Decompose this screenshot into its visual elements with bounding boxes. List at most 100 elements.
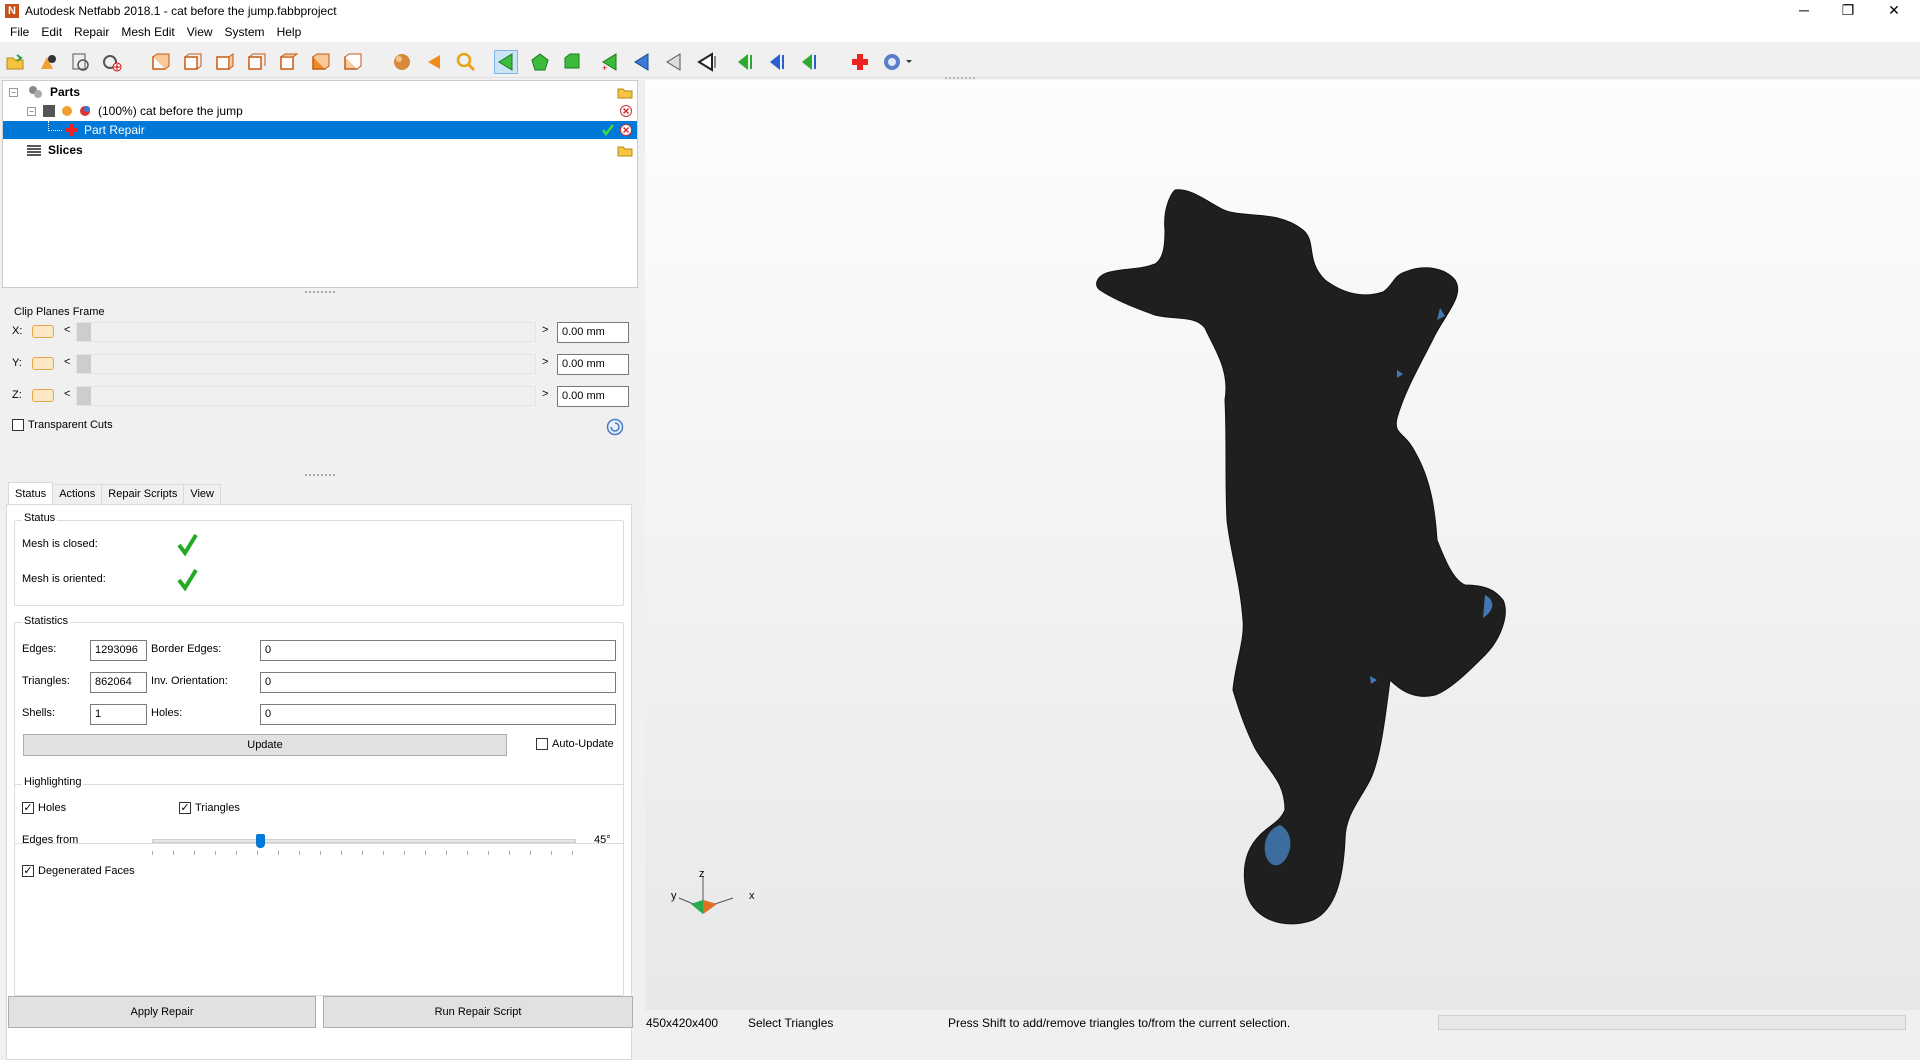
mesh-closed-check-icon [177, 533, 198, 557]
remove-icon[interactable] [619, 104, 633, 118]
select-triangles-icon[interactable] [494, 50, 518, 74]
highlighting-group [14, 784, 624, 996]
window-title: Autodesk Netfabb 2018.1 - cat before the… [25, 4, 337, 18]
add-settings-icon[interactable] [100, 50, 124, 74]
edges-label: Edges: [22, 643, 57, 655]
tree-row-part[interactable]: − (100%) cat before the jump [3, 102, 637, 120]
slider-thumb[interactable] [77, 387, 91, 405]
clip-x-color[interactable] [32, 325, 54, 338]
select-left-green-icon[interactable] [732, 50, 756, 74]
clip-planes-title: Clip Planes Frame [12, 306, 107, 318]
view-right-icon[interactable] [244, 50, 268, 74]
clip-z-color[interactable] [32, 389, 54, 402]
update-button[interactable]: Update [23, 734, 507, 756]
status-group [14, 520, 624, 606]
splitter-handle[interactable] [305, 474, 335, 478]
splitter-handle[interactable] [945, 77, 975, 79]
apply-check-icon[interactable] [601, 123, 615, 137]
print-preview-icon[interactable] [68, 50, 92, 74]
holes-label: Holes: [151, 707, 183, 719]
restore-button[interactable]: ❐ [1826, 0, 1870, 22]
reset-icon[interactable] [606, 418, 624, 436]
zoom-icon[interactable] [454, 50, 478, 74]
collapse-icon[interactable]: − [27, 106, 36, 116]
triangles-checkbox[interactable]: ✓ [179, 802, 191, 814]
triangle-dark-icon[interactable] [694, 50, 718, 74]
view-back-icon[interactable] [180, 50, 204, 74]
color-icon[interactable] [78, 104, 92, 118]
slider-track [152, 839, 576, 843]
cat-mesh-model[interactable] [645, 80, 1920, 1010]
remove-triangle-icon[interactable] [630, 50, 654, 74]
holes-checkbox[interactable]: ✓ [22, 802, 34, 814]
clip-x-decrease[interactable]: < [64, 324, 70, 336]
clip-y-slider[interactable] [76, 354, 536, 374]
clip-z-decrease[interactable]: < [64, 388, 70, 400]
visibility-icon[interactable] [60, 104, 74, 118]
tab-repair-scripts[interactable]: Repair Scripts [101, 484, 185, 504]
menu-help[interactable]: Help [271, 25, 308, 39]
apply-repair-button[interactable]: Apply Repair [8, 996, 316, 1028]
mesh-icon [43, 105, 55, 117]
clip-y-decrease[interactable]: < [64, 356, 70, 368]
collapse-icon[interactable]: − [9, 87, 18, 97]
slider-thumb[interactable] [77, 323, 91, 341]
tab-view[interactable]: View [183, 484, 221, 504]
slider-thumb[interactable] [77, 355, 91, 373]
select-shell-icon[interactable] [560, 50, 584, 74]
auto-update-checkbox[interactable] [536, 738, 548, 750]
cancel-icon[interactable] [619, 123, 633, 137]
tab-actions[interactable]: Actions [52, 484, 103, 504]
sphere-icon[interactable] [390, 50, 414, 74]
clip-z-input[interactable]: 0.00 mm [557, 386, 629, 407]
tree-label-slices: Slices [48, 143, 83, 157]
edges-value: 1293096 [90, 640, 147, 661]
transparent-cuts-checkbox[interactable] [12, 419, 24, 431]
tree-row-part-repair[interactable]: Part Repair [3, 121, 637, 139]
run-repair-script-button[interactable]: Run Repair Script [323, 996, 633, 1028]
tab-status[interactable]: Status [8, 482, 54, 504]
splitter-handle[interactable] [305, 291, 335, 295]
minimize-button[interactable]: ─ [1782, 0, 1826, 22]
edges-angle-slider[interactable] [152, 834, 576, 855]
clip-x-slider[interactable] [76, 322, 536, 342]
clip-z-slider[interactable] [76, 386, 536, 406]
select-surface-icon[interactable] [528, 50, 552, 74]
clip-x-increase[interactable]: > [542, 324, 548, 336]
shells-value: 1 [90, 704, 147, 725]
repair-cross-icon[interactable] [848, 50, 872, 74]
folder-icon[interactable] [617, 143, 633, 157]
view-front-icon[interactable] [148, 50, 172, 74]
add-triangle-icon[interactable]: + [598, 50, 622, 74]
menu-mesh-edit[interactable]: Mesh Edit [115, 25, 180, 39]
3d-viewport[interactable]: z y x [645, 77, 1920, 1010]
triangle-outline-icon[interactable] [662, 50, 686, 74]
tree-row-slices[interactable]: Slices [3, 141, 637, 159]
slider-thumb[interactable] [256, 834, 265, 848]
clip-z-increase[interactable]: > [542, 388, 548, 400]
clip-y-increase[interactable]: > [542, 356, 548, 368]
view-left-icon[interactable] [212, 50, 236, 74]
tree-row-parts[interactable]: − Parts [3, 83, 637, 101]
mesh-oriented-label: Mesh is oriented: [22, 573, 106, 585]
select-left-blue-icon[interactable] [764, 50, 788, 74]
folder-icon[interactable] [617, 85, 633, 99]
undo-view-icon[interactable] [422, 50, 446, 74]
menu-system[interactable]: System [219, 25, 271, 39]
view-top-icon[interactable] [276, 50, 300, 74]
settings-dropdown-icon[interactable] [880, 50, 916, 74]
menu-file[interactable]: File [4, 25, 35, 39]
clip-x-input[interactable]: 0.00 mm [557, 322, 629, 343]
view-bottom-icon[interactable] [308, 50, 332, 74]
select-left-mixed-icon[interactable] [796, 50, 820, 74]
menu-repair[interactable]: Repair [68, 25, 115, 39]
add-part-icon[interactable] [36, 50, 60, 74]
close-button[interactable]: ✕ [1872, 0, 1916, 22]
clip-y-input[interactable]: 0.00 mm [557, 354, 629, 375]
open-folder-icon[interactable] [3, 50, 27, 74]
menu-view[interactable]: View [181, 25, 219, 39]
degenerated-faces-checkbox[interactable]: ✓ [22, 865, 34, 877]
view-iso-icon[interactable] [340, 50, 364, 74]
menu-edit[interactable]: Edit [35, 25, 68, 39]
clip-y-color[interactable] [32, 357, 54, 370]
